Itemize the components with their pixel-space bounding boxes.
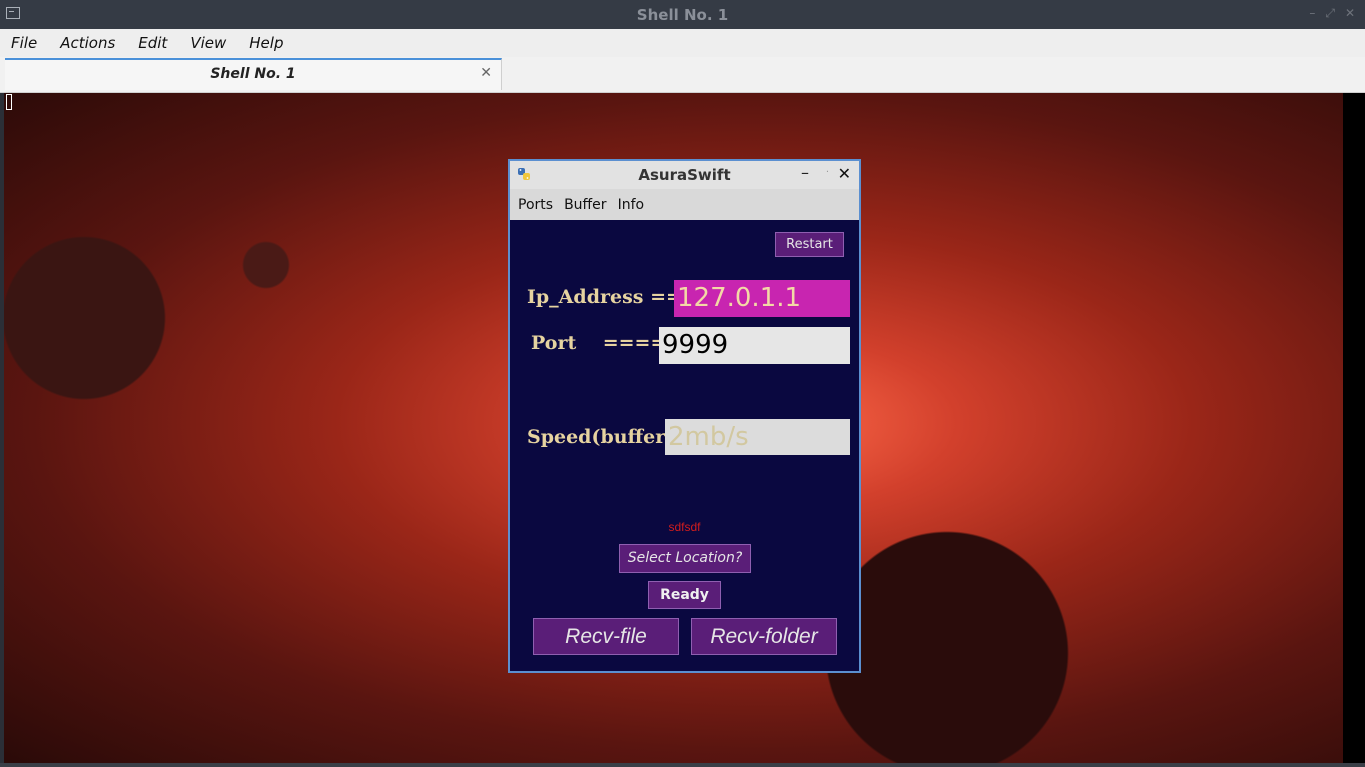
recv-file-button[interactable]: Recv-file [533, 618, 679, 655]
dialog-maximize-icon[interactable]: · [826, 167, 829, 178]
menu-ports[interactable]: Ports [518, 197, 553, 213]
menu-file[interactable]: File [9, 34, 39, 52]
dialog-close-icon[interactable]: ✕ [838, 164, 851, 183]
tab-bar: Shell No. 1 ✕ [0, 57, 1365, 93]
select-location-button[interactable]: Select Location? [619, 544, 751, 573]
dialog-titlebar: AsuraSwift – · ✕ [510, 161, 859, 189]
restart-button[interactable]: Restart [775, 232, 844, 257]
menu-buffer[interactable]: Buffer [564, 197, 607, 213]
port-input[interactable]: 9999 [659, 327, 850, 364]
minimize-icon[interactable]: – [1309, 6, 1315, 21]
dialog-minimize-icon[interactable]: – [801, 163, 809, 182]
menubar: File Actions Edit View Help [0, 29, 1365, 57]
ready-button[interactable]: Ready [648, 581, 721, 609]
terminal-cursor [6, 94, 12, 110]
asuraswift-window: AsuraSwift – · ✕ Ports Buffer Info Resta… [508, 159, 861, 673]
tab-close-icon[interactable]: ✕ [480, 65, 492, 81]
menu-view[interactable]: View [188, 34, 228, 52]
menu-help[interactable]: Help [247, 34, 285, 52]
dialog-body: Restart Ip_Address ==> 127.0.1.1 Port ==… [510, 220, 859, 671]
ip-address-input[interactable]: 127.0.1.1 [674, 280, 850, 317]
window-title: Shell No. 1 [636, 6, 729, 24]
menu-edit[interactable]: Edit [136, 34, 169, 52]
speed-buffer-label: Speed(buffer): [527, 426, 682, 448]
speed-buffer-input[interactable]: 2mb/s [665, 419, 850, 455]
tab-label: Shell No. 1 [210, 66, 296, 82]
tab-shell-1[interactable]: Shell No. 1 ✕ [5, 58, 502, 90]
menu-actions[interactable]: Actions [58, 34, 117, 52]
ip-address-label: Ip_Address ==> [527, 286, 698, 308]
window-controls: – ⤢ ✕ [1309, 6, 1355, 21]
dialog-menubar: Ports Buffer Info [510, 189, 859, 220]
window-titlebar: Shell No. 1 – ⤢ ✕ [0, 0, 1365, 29]
close-icon[interactable]: ✕ [1345, 6, 1355, 21]
recv-folder-button[interactable]: Recv-folder [691, 618, 837, 655]
terminal-scrollbar[interactable] [1343, 93, 1365, 763]
window-bottom-border [0, 763, 1365, 767]
menu-info[interactable]: Info [618, 197, 645, 213]
status-message: sdfsdf [668, 520, 701, 534]
maximize-icon[interactable]: ⤢ [1325, 6, 1335, 21]
